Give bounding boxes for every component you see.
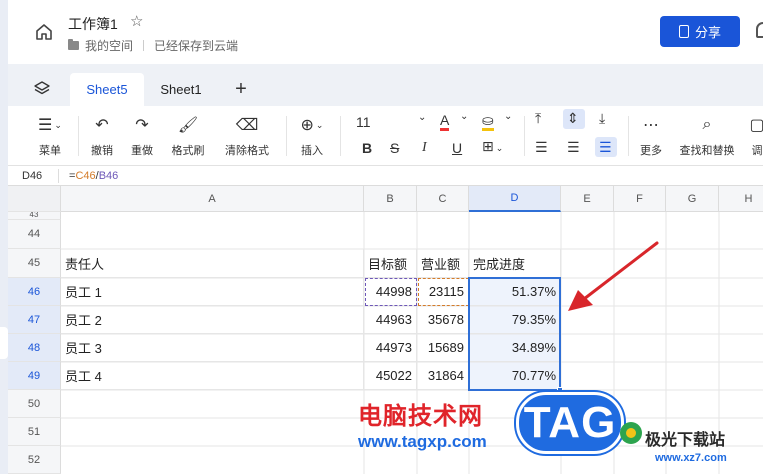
- divider: [628, 116, 629, 156]
- side-panel-handle[interactable]: [0, 327, 8, 359]
- row-header[interactable]: 49: [8, 362, 61, 390]
- clear-format-button[interactable]: ⌫ 清除格式: [220, 114, 274, 158]
- font-color-icon[interactable]: A: [440, 112, 450, 131]
- find-replace-button[interactable]: ⌕ 查找和替换: [676, 114, 738, 158]
- tab-sheet5[interactable]: Sheet5: [70, 73, 144, 106]
- chevron-down-icon[interactable]: ⌄: [460, 111, 468, 122]
- home-icon[interactable]: [34, 22, 54, 42]
- divider: [143, 40, 145, 51]
- more-button[interactable]: ⋯ 更多: [636, 114, 666, 158]
- redo-button[interactable]: ↷ 重做: [128, 114, 156, 158]
- column-header-b[interactable]: B: [364, 186, 417, 212]
- column-header-f[interactable]: F: [614, 186, 666, 212]
- column-header-e[interactable]: E: [561, 186, 614, 212]
- plus-circle-icon: ⊕ ⌄: [300, 117, 324, 134]
- file-location: 我的空间 已经保存到云端: [68, 37, 238, 54]
- font-size-select[interactable]: 11: [356, 114, 371, 130]
- undo-button[interactable]: ↶ 撤销: [88, 114, 116, 158]
- align-right-icon[interactable]: ☰: [599, 139, 612, 156]
- watermark-tag-logo: TAG: [516, 392, 624, 454]
- cell-reference[interactable]: D46: [8, 170, 58, 182]
- align-top-icon[interactable]: ⤒: [535, 110, 541, 127]
- redo-icon: ↷: [135, 117, 149, 134]
- menu-icon: ☰ ⌄: [38, 117, 62, 134]
- left-side-strip: [0, 0, 8, 474]
- row-header[interactable]: 44: [8, 220, 61, 249]
- strikethrough-icon[interactable]: S: [390, 140, 399, 156]
- italic-icon[interactable]: I: [422, 140, 427, 156]
- more-dots-icon: ⋯: [643, 117, 659, 134]
- column-header-g[interactable]: G: [666, 186, 719, 212]
- eraser-icon: ⌫: [235, 117, 259, 134]
- row-header[interactable]: 48: [8, 334, 61, 362]
- cut-off-icon: ▢: [750, 117, 763, 134]
- row-header[interactable]: 52: [8, 446, 61, 474]
- share-doc-icon: [678, 25, 689, 38]
- share-label: 分享: [694, 25, 721, 40]
- row-header[interactable]: 47: [8, 306, 61, 334]
- align-left-icon[interactable]: ☰: [535, 139, 548, 156]
- divider: [524, 116, 525, 156]
- notification-bell-icon[interactable]: [756, 22, 763, 38]
- align-bottom-icon[interactable]: ⤓: [599, 110, 605, 127]
- underline-icon[interactable]: U: [452, 140, 462, 156]
- tab-sheet1[interactable]: Sheet1: [148, 73, 214, 106]
- watermark-url: www.tagxp.com: [358, 432, 487, 451]
- sheet-tabs-bar: Sheet5 Sheet1 +: [8, 64, 763, 106]
- chevron-down-icon[interactable]: ⌄: [504, 111, 512, 122]
- divider: [340, 116, 341, 156]
- column-header-d[interactable]: D: [469, 186, 561, 212]
- row-header[interactable]: 51: [8, 418, 61, 446]
- insert-button[interactable]: ⊕ ⌄ 插入: [294, 114, 330, 158]
- find-replace-icon: ⌕: [702, 116, 712, 133]
- watermark-site-name: 极光下载站: [645, 432, 726, 449]
- row-header[interactable]: 46: [8, 278, 61, 306]
- bold-icon[interactable]: B: [362, 140, 372, 156]
- formula-input[interactable]: =C46/B46: [69, 170, 118, 182]
- cut-off-button[interactable]: ▢ 调: [750, 114, 763, 158]
- share-button[interactable]: 分享: [660, 16, 740, 47]
- column-header-c[interactable]: C: [417, 186, 469, 212]
- add-sheet-icon[interactable]: +: [226, 73, 256, 106]
- border-icon[interactable]: ⊞ ⌄: [482, 138, 503, 155]
- row-header[interactable]: 43: [8, 212, 61, 220]
- location-label[interactable]: 我的空间: [85, 37, 133, 54]
- paint-brush-icon: 🖌: [177, 117, 199, 134]
- ribbon-toolbar: ☰ ⌄ 菜单 ↶ 撤销 ↷ 重做 🖌 格式刷 ⌫ 清除格式 ⊕ ⌄ 插入 11 ⌄ …: [8, 106, 763, 166]
- save-status: 已经保存到云端: [154, 39, 239, 53]
- watermark-site-url: www.xz7.com: [655, 452, 727, 464]
- layers-icon[interactable]: [34, 80, 50, 96]
- column-header-a[interactable]: A: [61, 186, 364, 212]
- menu-button[interactable]: ☰ ⌄ 菜单: [32, 114, 68, 158]
- chevron-down-icon[interactable]: ⌄: [418, 112, 426, 123]
- watermark-text: 电脑技术网: [358, 403, 483, 430]
- select-all-corner[interactable]: [8, 186, 61, 212]
- align-middle-icon[interactable]: ⇕: [567, 110, 579, 127]
- align-center-icon[interactable]: ☰: [567, 139, 580, 156]
- format-painter-button[interactable]: 🖌 格式刷: [168, 114, 208, 158]
- folder-icon: [68, 39, 79, 50]
- divider: [78, 116, 79, 156]
- divider: [58, 168, 59, 183]
- star-icon[interactable]: ☆: [130, 12, 143, 30]
- formula-bar: D46 =C46/B46: [8, 166, 763, 186]
- workbook-title[interactable]: 工作簿1: [68, 14, 118, 34]
- row-header[interactable]: 50: [8, 390, 61, 418]
- fill-color-icon[interactable]: ⛀: [482, 112, 494, 131]
- watermark-site-logo: [620, 422, 642, 444]
- undo-icon: ↶: [95, 117, 109, 134]
- column-header-h[interactable]: H: [719, 186, 763, 212]
- divider: [286, 116, 287, 156]
- top-bar: 工作簿1 ☆ 我的空间 已经保存到云端 分享: [8, 0, 763, 64]
- row-header[interactable]: 45: [8, 249, 61, 278]
